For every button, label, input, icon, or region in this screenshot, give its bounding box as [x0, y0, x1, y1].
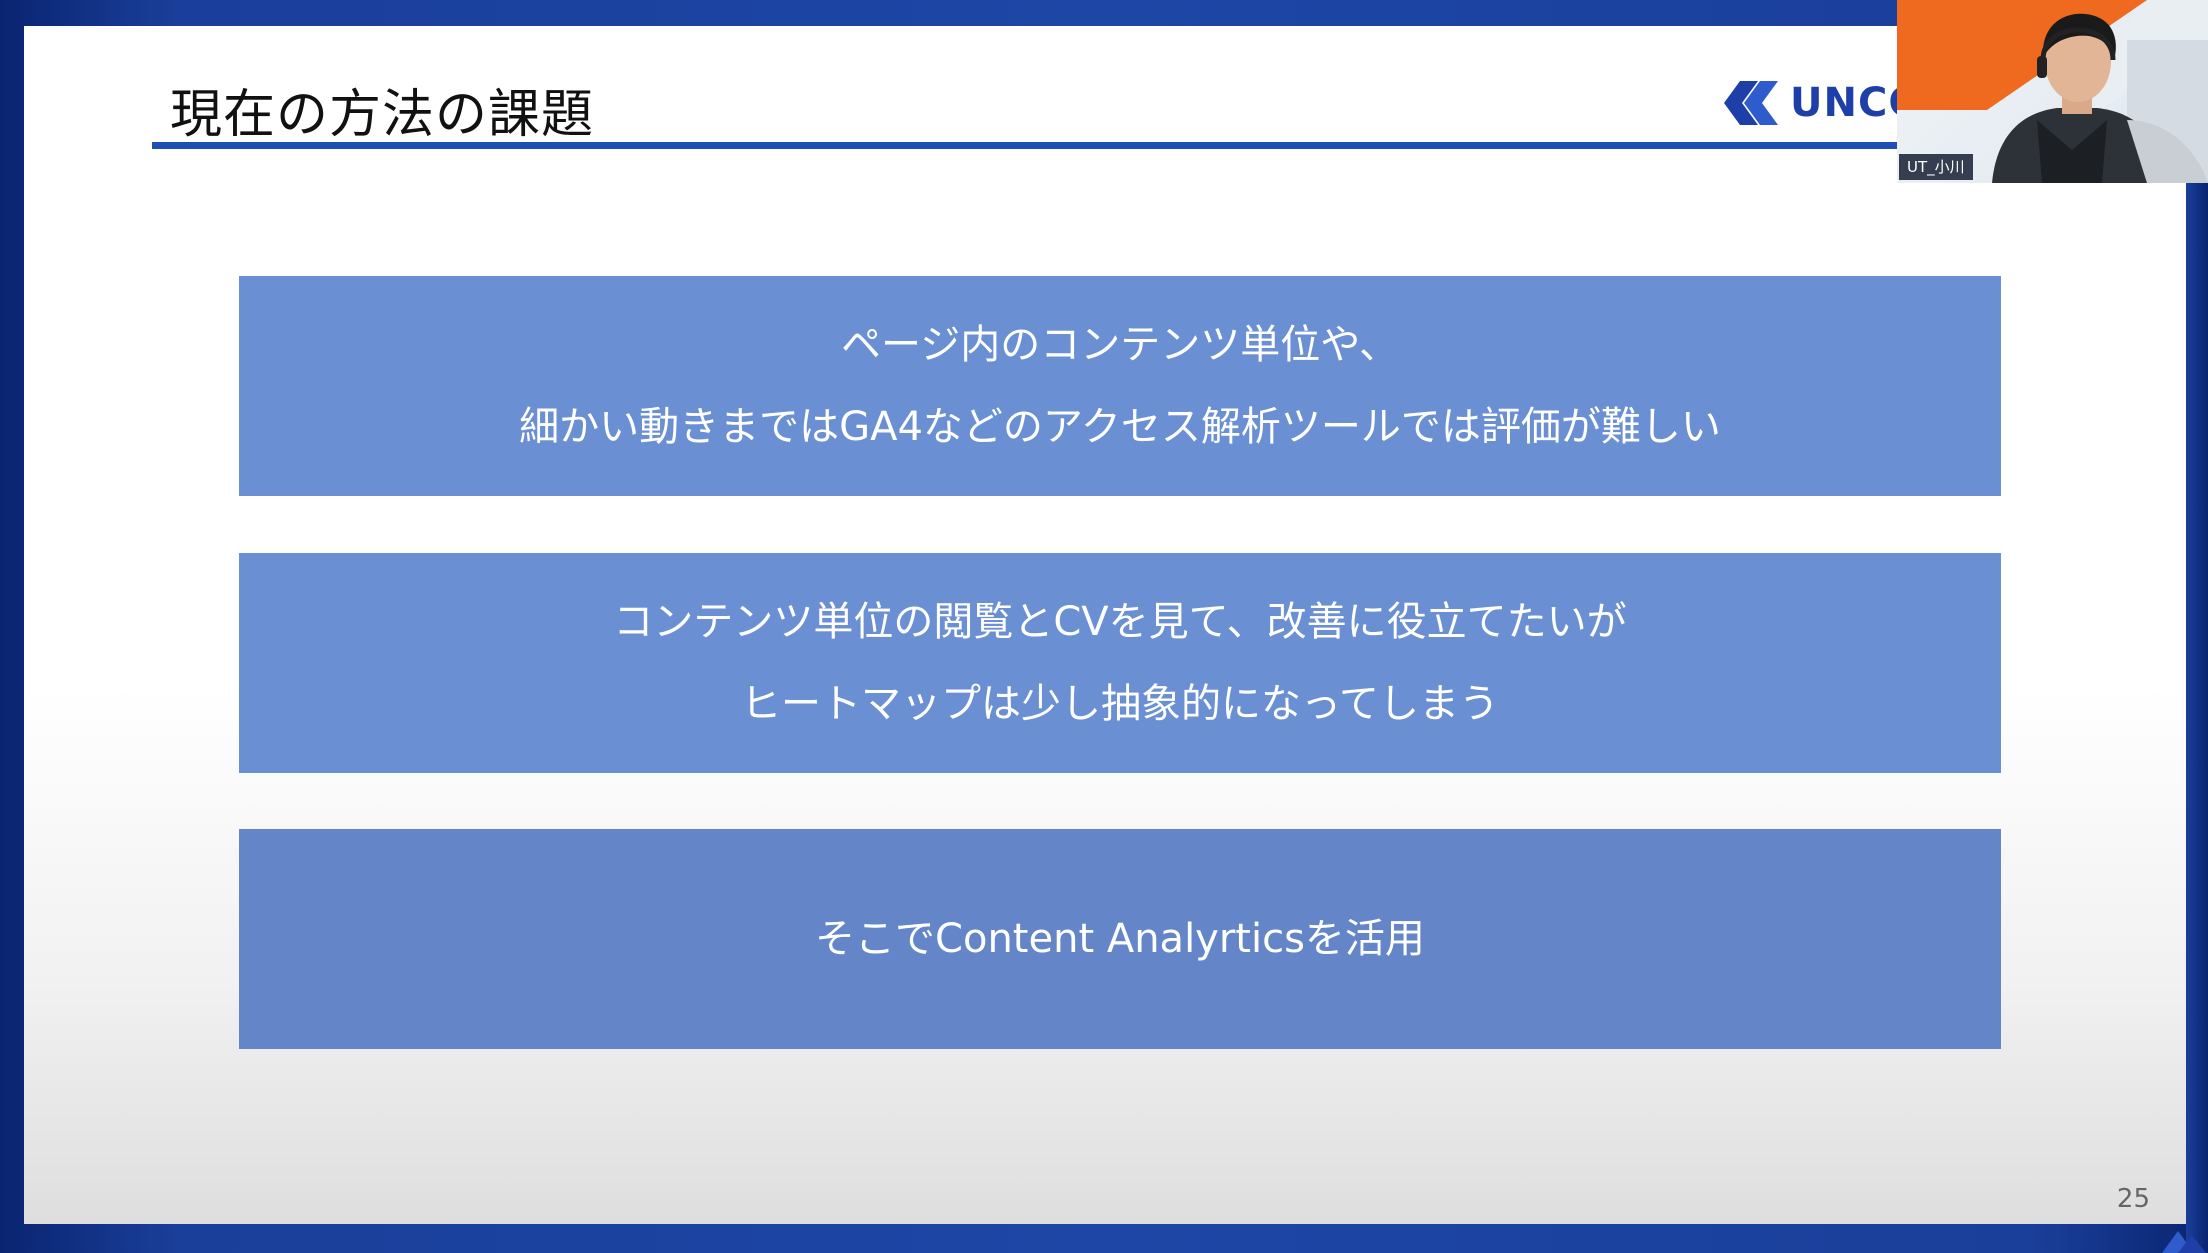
solution-box-line-1: そこでContent Analyrticsを活用 [815, 916, 1425, 962]
title-underline [152, 142, 1922, 149]
issue-box-1: ページ内のコンテンツ単位や、 細かい動きまではGA4などのアクセス解析ツールでは… [239, 276, 2001, 496]
issue-box-2-line-2: ヒートマップは少し抽象的になってしまう [741, 681, 1499, 727]
issue-box-2-line-1: コンテンツ単位の閲覧とCVを見て、改善に役立てたいが [613, 599, 1627, 645]
participant-name-label: UT_小川 [1899, 154, 1973, 180]
solution-box: そこでContent Analyrticsを活用 [239, 829, 2001, 1049]
frame-right-edge [2186, 183, 2208, 1253]
company-logo: UNCC [1724, 68, 1919, 138]
issue-box-2: コンテンツ単位の閲覧とCVを見て、改善に役立てたいが ヒートマップは少し抽象的に… [239, 553, 2001, 773]
corner-logo-icon [2162, 1231, 2206, 1253]
slide: 現在の方法の課題 UNCC ページ内のコンテンツ単位や、 細かい動きまではGA4… [24, 26, 2188, 1224]
issue-box-1-line-1: ページ内のコンテンツ単位や、 [841, 322, 1399, 368]
issue-box-1-line-2: 細かい動きまではGA4などのアクセス解析ツールでは評価が難しい [519, 404, 1721, 450]
page-number: 25 [2116, 1184, 2150, 1214]
slide-title: 現在の方法の課題 [170, 85, 595, 145]
logo-diamond-icon [1724, 81, 1778, 125]
